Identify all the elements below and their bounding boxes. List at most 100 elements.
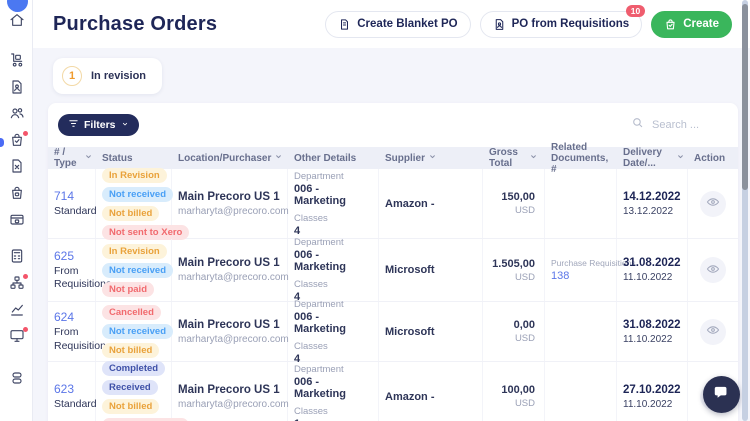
column-header-5[interactable]: Gross Total — [483, 147, 545, 169]
status-badge: Not received — [102, 186, 174, 202]
related-documents-cell: Purchase Requisitions 138 — [545, 239, 636, 301]
bag-lock-icon — [9, 185, 25, 206]
location-name: Main Precoro US 1 — [178, 257, 280, 269]
view-button[interactable] — [700, 257, 726, 283]
po-number-cell: 624 From Requisitions — [48, 302, 112, 361]
precoro-logo[interactable] — [7, 0, 28, 12]
sidebar-item-monitor[interactable] — [0, 327, 33, 347]
detail-group: Department 006 - Marketing — [294, 171, 372, 207]
sort-chevron-icon — [428, 152, 437, 164]
sidebar-item-document-user[interactable] — [0, 79, 33, 98]
po-number-link[interactable]: 714 — [54, 189, 89, 203]
page-title: Purchase Orders — [53, 12, 218, 35]
sidebar — [0, 0, 33, 421]
related-doc-link[interactable]: 138 — [551, 270, 610, 282]
location-cell: Main Precoro US 1 marharyta@precoro.com — [172, 239, 289, 301]
status-badge: Not billed — [102, 205, 160, 221]
detail-label: Department — [294, 237, 344, 248]
coins-icon — [9, 370, 25, 391]
sidebar-item-shopping-bag-check[interactable] — [0, 131, 33, 153]
search-box — [623, 111, 730, 139]
detail-group: Classes 4 — [294, 341, 372, 365]
sidebar-item-bag-lock[interactable] — [0, 186, 33, 204]
detail-label: Department — [294, 298, 344, 310]
sidebar-item-coins[interactable] — [0, 371, 33, 389]
column-header-2[interactable]: Location/Purchaser — [172, 147, 288, 169]
supplier-name: Microsoft — [385, 264, 435, 276]
purchaser-email: marharyta@precoro.com — [178, 333, 289, 345]
eye-icon — [706, 323, 720, 340]
create-button[interactable]: Create — [651, 10, 732, 38]
column-header-0[interactable]: # / Type — [48, 147, 96, 169]
delivery-date: 31.08.2022 — [623, 318, 681, 331]
detail-value: 006 - Marketing — [294, 375, 346, 400]
gross-total-cell: 100,00 USD — [483, 362, 545, 421]
po-number-link[interactable]: 623 — [54, 382, 89, 396]
po-type: From Requisitions — [54, 264, 112, 290]
status-cell: In Revision Not received Not billed Not sen… — [96, 167, 190, 240]
view-button[interactable] — [700, 318, 726, 345]
sidebar-item-card-lock[interactable] — [0, 213, 33, 231]
column-header-1: Status — [96, 147, 172, 169]
button-label: Create — [683, 18, 719, 30]
supplier-cell: Microsoft — [379, 302, 483, 361]
status-badge: Not billed — [102, 398, 160, 414]
sidebar-item-document-x[interactable] — [0, 158, 33, 177]
detail-group: Classes 4 — [294, 213, 372, 237]
sidebar-item-org-chart[interactable] — [0, 274, 33, 294]
line-chart-icon — [9, 302, 25, 323]
notification-dot — [23, 131, 28, 136]
po-number-link[interactable]: 625 — [54, 249, 89, 263]
tab-count: 1 — [62, 66, 82, 86]
supplier-name: Amazon - — [385, 390, 435, 403]
card-lock-icon — [9, 212, 25, 233]
main-content: 1 In revision Filters # / Type Status Loca… — [33, 48, 750, 421]
summary-tab-in-revision[interactable]: 1 In revision — [53, 58, 163, 94]
detail-label: Department — [294, 170, 344, 182]
scrollbar-thumb[interactable] — [742, 4, 748, 190]
search-input[interactable] — [650, 118, 722, 132]
sidebar-item-line-chart[interactable] — [0, 303, 33, 321]
hand-truck-icon — [9, 52, 25, 73]
po-number-link[interactable]: 624 — [54, 310, 89, 324]
status-badge: In Revision — [102, 243, 167, 259]
view-button[interactable] — [700, 190, 726, 217]
purchaser-email: marharyta@precoro.com — [178, 205, 289, 217]
sidebar-item-home[interactable] — [0, 13, 33, 31]
supplier-name: Amazon - — [385, 197, 435, 210]
column-label: Status — [102, 152, 133, 164]
action-cell — [688, 302, 738, 361]
search-icon — [631, 116, 644, 134]
sort-chevron-icon — [84, 152, 93, 164]
po-type: From Requisitions — [54, 326, 112, 352]
column-header-4[interactable]: Supplier — [379, 147, 483, 169]
status-badge: In Revision — [102, 167, 167, 183]
po-type: Standard — [54, 204, 97, 217]
filters-button[interactable]: Filters — [58, 114, 139, 136]
po-type: Standard — [54, 397, 97, 410]
po-from-requisitions-button[interactable]: PO from Requisitions 10 — [479, 4, 646, 38]
column-header-7[interactable]: Delivery Date/... — [617, 147, 688, 169]
table-row: 714 Standard In Revision Not received Not … — [48, 167, 738, 240]
supplier-cell: Amazon - — [379, 169, 483, 238]
status-badge: Not billed — [102, 343, 160, 358]
create-blanket-po-button[interactable]: Create Blanket PO — [325, 10, 471, 38]
secondary-date: 11.10.2022 — [623, 398, 673, 410]
table-row: 625 From Requisitions In Revision Not rec… — [48, 237, 738, 303]
detail-value: 1 — [294, 418, 372, 421]
supplier-name: Microsoft — [385, 325, 435, 338]
requisition-document-icon — [493, 18, 506, 31]
sidebar-item-users[interactable] — [0, 106, 33, 124]
related-documents-cell — [545, 362, 617, 421]
home-icon — [9, 12, 25, 33]
status-badge: Received — [102, 379, 158, 395]
other-details-cell: Department 006 - Marketing Classes 4 — [288, 298, 379, 365]
sort-chevron-icon — [529, 152, 538, 164]
location-name: Main Precoro US 1 — [178, 383, 280, 396]
sidebar-item-calculator[interactable] — [0, 248, 33, 267]
sidebar-item-hand-truck[interactable] — [0, 52, 33, 73]
tab-label: In revision — [91, 70, 147, 82]
shopping-bag-check-icon — [9, 132, 25, 153]
chat-launcher-button[interactable] — [703, 376, 740, 413]
purchase-orders-card: Filters # / Type Status Location/Purchaser… — [48, 103, 738, 421]
